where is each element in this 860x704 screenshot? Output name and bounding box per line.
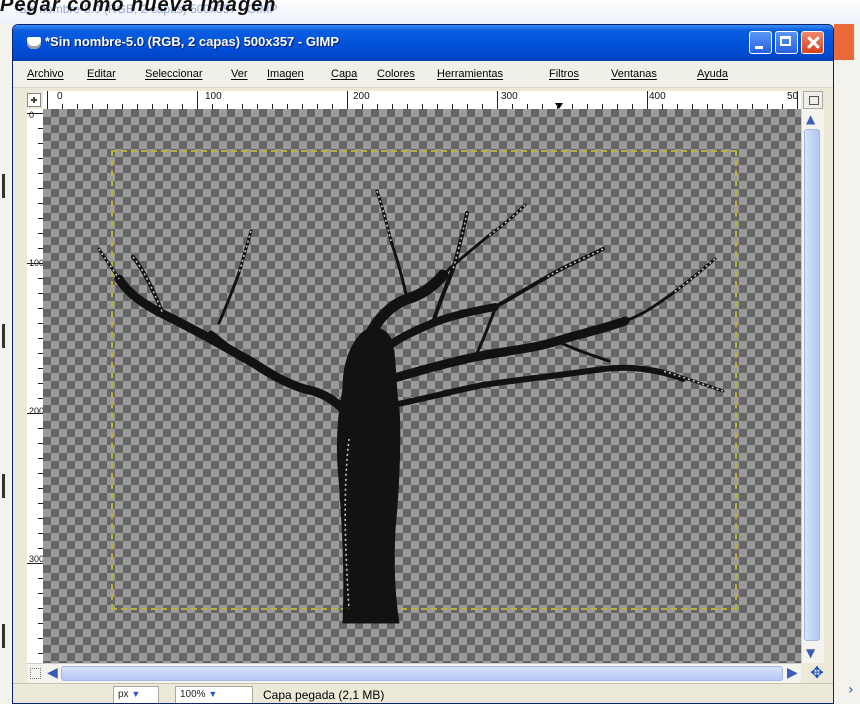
ruler-label: 0 — [57, 91, 63, 102]
menu-filtros[interactable]: Filtros — [549, 68, 579, 80]
ruler-label: 200 — [353, 91, 370, 102]
ruler-tick — [647, 91, 648, 109]
background-window-fragment — [834, 24, 854, 60]
minimize-button[interactable] — [749, 31, 772, 54]
navigate-button[interactable] — [803, 91, 823, 109]
ruler-tick — [27, 263, 43, 264]
status-message: Capa pegada (2,1 MB) — [263, 688, 385, 702]
ruler-label: 300 — [501, 91, 518, 102]
maximize-button[interactable] — [775, 31, 798, 54]
ruler-tick — [797, 91, 798, 109]
background-ghost-text: Pegar como nueva imagen — [0, 0, 277, 16]
zoom-value: 100% — [180, 689, 206, 700]
menu-herramientas[interactable]: Herramientas — [437, 68, 503, 80]
status-bar: px ▼ 100% ▼ Capa pegada (2,1 MB) — [13, 683, 833, 703]
quick-menu-button[interactable] — [27, 93, 41, 107]
vertical-ruler[interactable]: 0 100 200 300 — [27, 109, 44, 663]
ruler-label: 300 — [29, 554, 44, 564]
menu-ver[interactable]: Ver — [231, 68, 248, 80]
image-canvas[interactable] — [43, 109, 801, 663]
chevron-down-icon: ▼ — [131, 689, 141, 699]
horizontal-scrollbar[interactable]: ◀ ▶ — [43, 663, 801, 684]
menu-imagen[interactable]: Imagen — [267, 68, 304, 80]
menu-bar: Archivo Editar Seleccionar Ver Imagen Ca… — [13, 61, 833, 88]
gimp-image-window: *Sin nombre-5.0 (RGB, 2 capas) 500x357 -… — [12, 24, 834, 704]
background-right-edge: › — [834, 24, 860, 704]
title-bar[interactable]: *Sin nombre-5.0 (RGB, 2 capas) 500x357 -… — [13, 25, 833, 61]
vertical-scrollbar[interactable]: ▲ ▼ — [801, 109, 824, 663]
ruler-tick — [47, 91, 48, 109]
chevron-right-icon: › — [848, 682, 854, 698]
gimp-app-icon[interactable] — [27, 37, 41, 49]
navigate-move-icon[interactable]: ✥ — [809, 665, 825, 681]
ruler-tick — [27, 413, 43, 414]
window-title: *Sin nombre-5.0 (RGB, 2 capas) 500x357 -… — [45, 34, 340, 49]
scroll-left-arrow-icon[interactable]: ◀ — [47, 665, 58, 681]
vertical-scroll-thumb[interactable] — [804, 129, 820, 641]
horizontal-scroll-thumb[interactable] — [61, 666, 783, 681]
menu-colores[interactable]: Colores — [377, 68, 415, 80]
quick-mask-toggle[interactable] — [27, 663, 43, 684]
ruler-label: 400 — [649, 91, 666, 102]
chevron-down-icon: ▼ — [208, 689, 218, 699]
ruler-tick — [27, 113, 43, 114]
scroll-down-arrow-icon[interactable]: ▼ — [806, 647, 815, 659]
menu-ventanas[interactable]: Ventanas — [611, 68, 657, 80]
menu-capa[interactable]: Capa — [331, 68, 357, 80]
background-window-strip: *Sin nombre-5.0 (RGB, 2 capas) 500x357 -… — [0, 0, 860, 26]
scroll-up-arrow-icon[interactable]: ▲ — [806, 113, 815, 125]
zoom-select[interactable]: 100% ▼ — [175, 686, 253, 703]
ruler-tick — [197, 91, 198, 109]
unit-select[interactable]: px ▼ — [113, 686, 159, 703]
menu-editar[interactable]: Editar — [87, 68, 116, 80]
ruler-tick — [27, 563, 43, 564]
tree-silhouette — [97, 189, 725, 624]
scroll-right-arrow-icon[interactable]: ▶ — [787, 665, 798, 681]
menu-archivo[interactable]: Archivo — [27, 68, 64, 80]
unit-value: px — [118, 689, 129, 700]
close-button[interactable] — [801, 31, 824, 54]
ruler-tick — [347, 91, 348, 109]
menu-ayuda[interactable]: Ayuda — [697, 68, 728, 80]
menu-seleccionar[interactable]: Seleccionar — [145, 68, 202, 80]
horizontal-ruler[interactable]: 0 100 200 300 400 50 — [43, 91, 801, 110]
ruler-tick — [497, 91, 498, 109]
ruler-label: 100 — [205, 91, 222, 102]
